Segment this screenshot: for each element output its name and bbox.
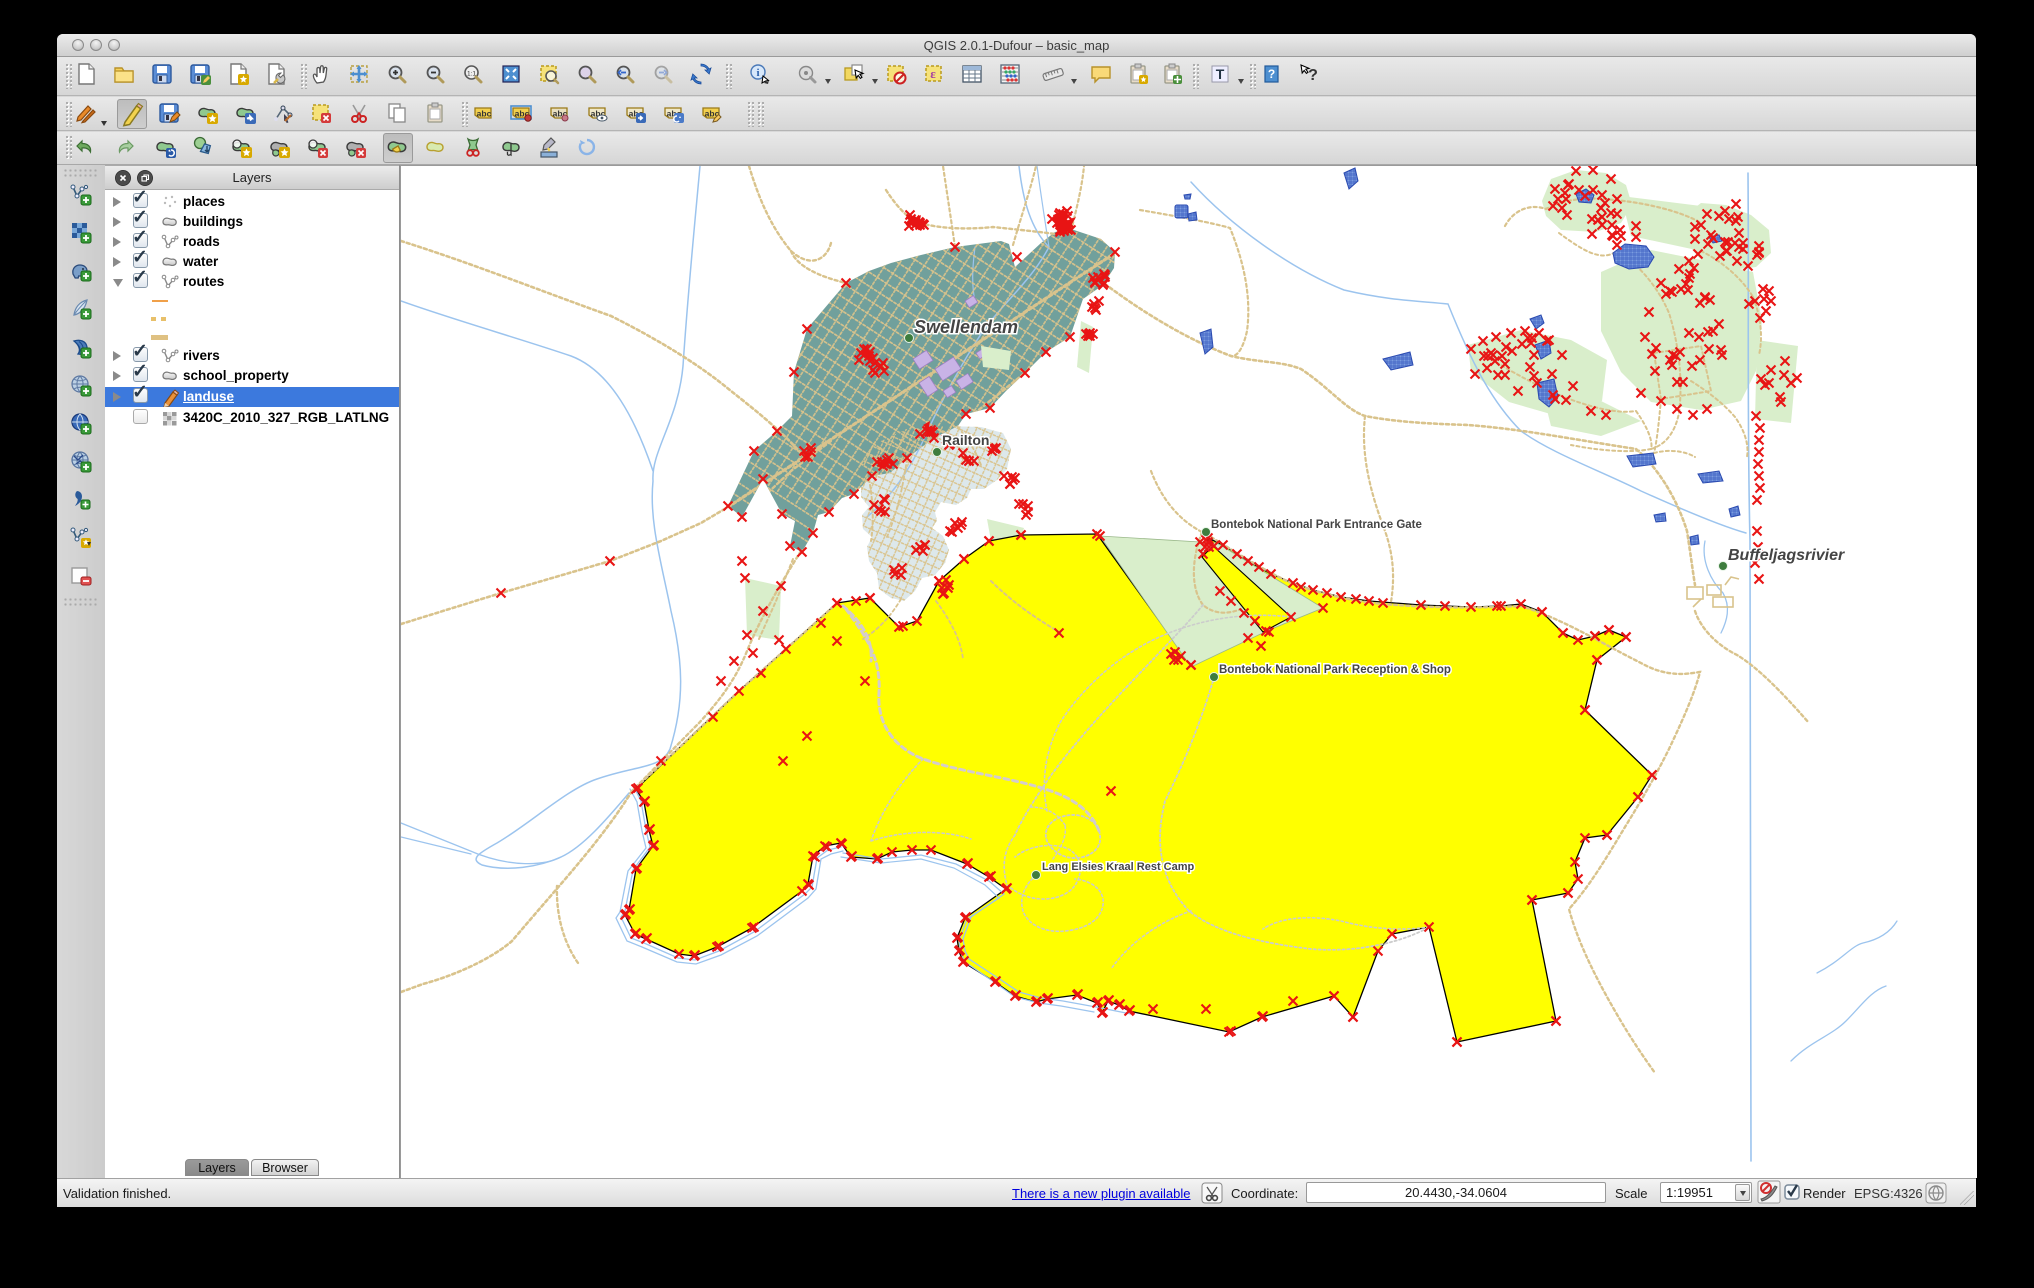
svg-text:ε: ε — [930, 66, 936, 81]
svg-text:Railton: Railton — [942, 432, 989, 448]
svg-text:Lang Elsies Kraal Rest Camp: Lang Elsies Kraal Rest Camp — [1042, 861, 1195, 873]
svg-text:?: ? — [1308, 67, 1318, 84]
svg-text:T: T — [1216, 66, 1225, 82]
svg-text:Swellendam: Swellendam — [914, 317, 1018, 337]
svg-text:Bontebok National Park Entranc: Bontebok National Park Entrance Gate — [1211, 519, 1422, 531]
svg-text:?: ? — [1268, 67, 1275, 81]
svg-text:Buffeljagsrivier: Buffeljagsrivier — [1728, 547, 1845, 564]
svg-text:Bontebok National Park Recepti: Bontebok National Park Reception & Shop — [1219, 664, 1451, 676]
svg-text:abc: abc — [477, 109, 492, 119]
svg-text:i: i — [756, 67, 759, 79]
